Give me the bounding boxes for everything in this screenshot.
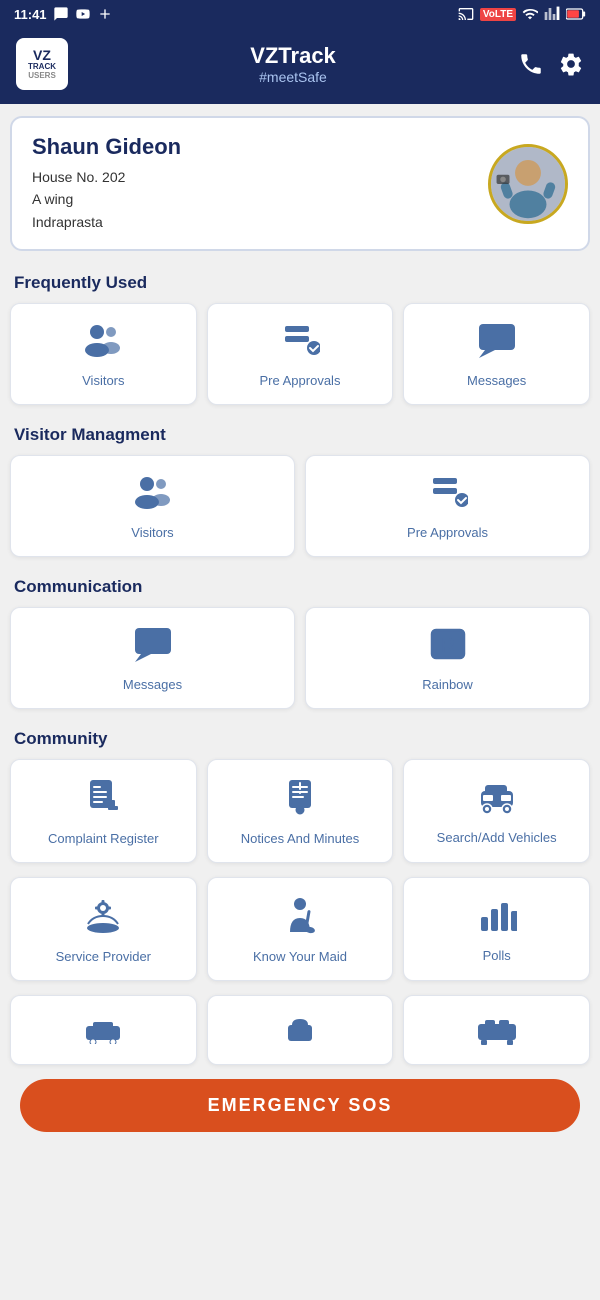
tile-preapprovals-vm-label: Pre Approvals (407, 525, 488, 542)
community-label: Community (0, 719, 600, 755)
user-address-line1: House No. 202 (32, 166, 181, 188)
communication-label: Communication (0, 567, 600, 603)
tile-complaint-register[interactable]: Complaint Register (10, 759, 197, 863)
youtube-status-icon (75, 6, 91, 22)
tile-polls-label: Polls (483, 948, 511, 965)
emergency-bar: EMERGENCY SOS (0, 1069, 600, 1146)
visitors-vm-icon (133, 474, 173, 515)
tile-visitors-vm-label: Visitors (131, 525, 173, 542)
status-left: 11:41 (14, 6, 113, 22)
header-actions (518, 51, 584, 77)
time-display: 11:41 (14, 7, 47, 22)
tile-messages-freq[interactable]: Messages (403, 303, 590, 405)
tile-complaint-register-label: Complaint Register (48, 831, 159, 848)
tile-search-vehicles-label: Search/Add Vehicles (437, 830, 557, 847)
preapprovals-icon (280, 322, 320, 363)
visitor-management-grid: Visitors Pre Approvals (0, 451, 600, 567)
svg-text:R: R (440, 635, 455, 657)
avatar-image (491, 144, 565, 224)
user-name: Shaun Gideon (32, 134, 181, 160)
tile-preapprovals-vm[interactable]: Pre Approvals (305, 455, 590, 557)
tile-messages-freq-label: Messages (467, 373, 526, 390)
volte-badge: VoLTE (480, 8, 516, 21)
avatar (488, 144, 568, 224)
status-bar: 11:41 VoLTE (0, 0, 600, 28)
bottom-partial-row (0, 991, 600, 1069)
header: VZ TRACK USERS VZTrack #meetSafe (0, 28, 600, 104)
frequently-used-grid: Visitors Pre Approvals Messages (0, 299, 600, 415)
tile-polls[interactable]: Polls (403, 877, 590, 981)
logo-vz: VZ (33, 48, 51, 63)
message-status-icon (53, 6, 69, 22)
cast-status-icon (458, 6, 474, 22)
tile-visitors-freq-label: Visitors (82, 373, 124, 390)
visitor-management-label: Visitor Managment (0, 415, 600, 451)
communication-grid: Messages R Rainbow (0, 603, 600, 719)
tile-notices-minutes[interactable]: Notices And Minutes (207, 759, 394, 863)
tile-service-provider-label: Service Provider (56, 949, 151, 966)
tile-preapprovals-freq[interactable]: Pre Approvals (207, 303, 394, 405)
emergency-sos-button[interactable]: EMERGENCY SOS (20, 1079, 580, 1132)
tile-bottom-2[interactable] (207, 995, 394, 1065)
tile-search-vehicles[interactable]: Search/Add Vehicles (403, 759, 590, 863)
tile-preapprovals-freq-label: Pre Approvals (260, 373, 341, 390)
visitors-icon (83, 322, 123, 363)
user-address-line2: A wing (32, 188, 181, 210)
tile-bottom-3[interactable] (403, 995, 590, 1065)
header-center: VZTrack #meetSafe (250, 43, 336, 85)
plus-status-icon (97, 6, 113, 22)
tile-know-your-maid[interactable]: Know Your Maid (207, 877, 394, 981)
community-row2-grid: Service Provider Know Your Maid (0, 873, 600, 991)
logo-users: USERS (28, 72, 56, 81)
signal-status-icon (544, 6, 560, 22)
app-logo: VZ TRACK USERS (16, 38, 68, 90)
app-subtitle: #meetSafe (250, 69, 336, 85)
frequently-used-label: Frequently Used (0, 263, 600, 299)
tile-messages-comm-label: Messages (123, 677, 182, 694)
rainbow-icon: R (428, 626, 468, 667)
tile-notices-minutes-label: Notices And Minutes (241, 831, 360, 848)
tile-rainbow-comm[interactable]: R Rainbow (305, 607, 590, 709)
tile-messages-comm[interactable]: Messages (10, 607, 295, 709)
notices-icon (281, 778, 319, 821)
preapprovals-vm-icon (428, 474, 468, 515)
app-title: VZTrack (250, 43, 336, 69)
polls-icon (477, 897, 517, 938)
bottom-icon-3 (477, 1018, 517, 1046)
complaint-icon (84, 778, 122, 821)
service-icon (83, 896, 123, 939)
battery-status-icon (566, 7, 586, 21)
tile-bottom-1[interactable] (10, 995, 197, 1065)
user-info: Shaun Gideon House No. 202 A wing Indrap… (32, 134, 181, 233)
bottom-icon-2 (282, 1017, 318, 1047)
vehicles-icon (477, 779, 517, 820)
maid-icon (280, 896, 320, 939)
settings-icon[interactable] (558, 51, 584, 77)
messages-icon (477, 322, 517, 363)
status-right: VoLTE (458, 6, 586, 22)
tile-rainbow-comm-label: Rainbow (422, 677, 473, 694)
user-card: Shaun Gideon House No. 202 A wing Indrap… (10, 116, 590, 251)
phone-icon[interactable] (518, 51, 544, 77)
user-address-line3: Indraprasta (32, 211, 181, 233)
bottom-icon-1 (85, 1020, 121, 1044)
community-row1-grid: Complaint Register Notices And Minutes (0, 755, 600, 873)
tile-visitors-vm[interactable]: Visitors (10, 455, 295, 557)
tile-visitors-freq[interactable]: Visitors (10, 303, 197, 405)
messages-comm-icon (133, 626, 173, 667)
tile-know-your-maid-label: Know Your Maid (253, 949, 347, 966)
wifi-status-icon (522, 6, 538, 22)
tile-service-provider[interactable]: Service Provider (10, 877, 197, 981)
